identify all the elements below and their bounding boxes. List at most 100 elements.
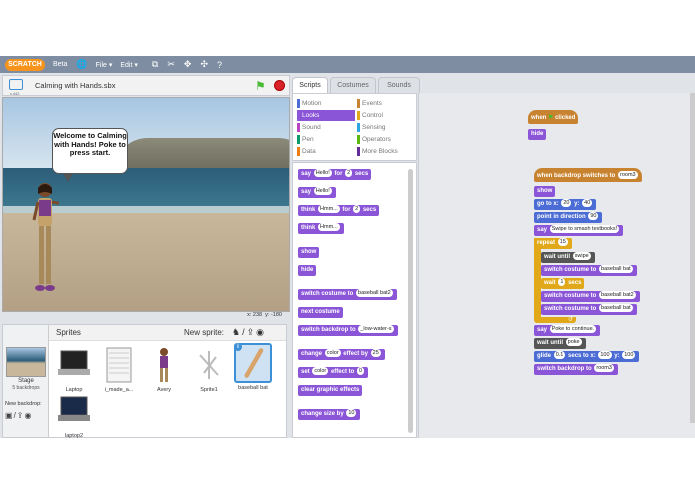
think-for-block[interactable]: think Hmm... for 2 secs: [298, 205, 380, 216]
scratch-editor: SCRATCH Beta 🌐 File ▾ Edit ▾ ⧉ ✂ ✥ ✣ ? v…: [0, 56, 695, 438]
hide-block[interactable]: hide: [528, 129, 547, 140]
wait-until-block[interactable]: wait until poke: [534, 338, 586, 349]
sprite1-thumbnail: [199, 351, 219, 379]
upload-sprite-icon[interactable]: ⇪: [247, 327, 257, 337]
category-sound[interactable]: Sound: [297, 122, 355, 133]
green-flag-icon: ⚑: [548, 115, 554, 121]
sprite-thumb[interactable]: Laptop: [55, 345, 93, 395]
stage-header: v.442 Calming with Hands.sbx ⚑: [2, 75, 290, 96]
hide-block[interactable]: hide: [298, 265, 317, 276]
switch-costume-block[interactable]: switch costume to baseball bat: [541, 265, 637, 276]
laptop2-thumbnail: [58, 396, 90, 421]
palette-scrollbar[interactable]: [408, 169, 413, 433]
wait-until-block[interactable]: wait until swipe: [541, 252, 595, 263]
repeat-arm: [534, 238, 541, 318]
switch-costume-block[interactable]: switch costume to baseball bat2: [541, 291, 640, 302]
set-effect-block[interactable]: set color effect to 0: [298, 367, 369, 378]
show-block[interactable]: show: [298, 247, 320, 258]
category-motion[interactable]: Motion: [297, 98, 355, 109]
scratch-logo[interactable]: SCRATCH: [5, 58, 45, 71]
sprite-name: laptop2: [64, 433, 84, 438]
say-block[interactable]: say Poke to continue.: [534, 325, 601, 336]
category-data[interactable]: Data: [297, 146, 355, 157]
when-backdrop-switches-block[interactable]: when backdrop switches to room3: [534, 168, 642, 182]
green-flag-icon[interactable]: ⚑: [255, 79, 266, 93]
switch-costume-block[interactable]: switch costume to baseball bat: [541, 304, 637, 315]
project-title[interactable]: Calming with Hands.sbx: [35, 81, 115, 90]
duplicate-icon[interactable]: ⧉: [152, 59, 158, 70]
version-label: v.442: [10, 91, 20, 96]
stage-thumbnail[interactable]: [6, 347, 46, 377]
category-more-blocks[interactable]: More Blocks: [357, 146, 415, 157]
new-backdrop-icons: ▣/⇪◉: [5, 411, 32, 420]
sprites-title: Sprites: [56, 328, 81, 337]
category-operators[interactable]: Operators: [357, 134, 415, 145]
stage-canvas[interactable]: Welcome to Calming with Hands! Poke to p…: [2, 97, 290, 312]
y-coord: y: -180: [265, 312, 282, 318]
sprite-thumb[interactable]: Avery: [145, 345, 183, 395]
sprite-thumb[interactable]: laptop2: [55, 391, 93, 438]
go-to-xy-block[interactable]: go to x: 20 y: 40: [534, 199, 597, 210]
sprite-library: Stage 5 backdrops New backdrop: ▣/⇪◉ Spr…: [2, 324, 287, 438]
category-sensing[interactable]: Sensing: [357, 122, 415, 133]
avery-sprite[interactable]: [31, 180, 59, 300]
new-sprite-label: New sprite:: [184, 328, 225, 337]
grow-icon[interactable]: ✥: [184, 59, 192, 70]
image-library-icon[interactable]: ▣: [5, 411, 14, 420]
sprite-thumb[interactable]: i_made_a...: [100, 345, 138, 395]
tab-scripts[interactable]: Scripts: [292, 77, 328, 93]
switch-backdrop-block[interactable]: switch backdrop to _low-water-s: [298, 325, 398, 336]
notebook-thumbnail: [106, 347, 132, 383]
help-icon[interactable]: ?: [217, 60, 222, 70]
menu-bar: SCRATCH Beta 🌐 File ▾ Edit ▾ ⧉ ✂ ✥ ✣ ?: [0, 56, 695, 73]
upload-icon[interactable]: ⇪: [17, 411, 25, 420]
stop-icon[interactable]: [274, 80, 285, 91]
x-coord: x: 238: [247, 312, 263, 318]
when-flag-clicked-block[interactable]: when ⚑ clicked: [528, 110, 579, 124]
say-for-block[interactable]: say Hello! for 2 secs: [298, 169, 372, 180]
laptop-thumbnail: [58, 350, 90, 375]
camera-icon[interactable]: ◉: [25, 411, 33, 420]
say-block[interactable]: say Swipe to smash textbooks!: [534, 225, 624, 236]
category-pen[interactable]: Pen: [297, 134, 355, 145]
next-costume-block[interactable]: next costume: [298, 307, 343, 318]
switch-backdrop-block[interactable]: switch backdrop to room3: [534, 364, 618, 375]
shrink-icon[interactable]: ✣: [200, 59, 208, 70]
think-block[interactable]: think Hmm...: [298, 223, 344, 234]
sprite-name: baseball bat: [238, 385, 268, 391]
stage-column: Stage 5 backdrops New backdrop: ▣/⇪◉: [3, 325, 49, 437]
say-block[interactable]: say Hello!: [298, 187, 336, 198]
switch-costume-block[interactable]: switch costume to baseball bat2: [298, 289, 397, 300]
sprite-library-icon[interactable]: ♞: [232, 327, 242, 337]
wait-secs-block[interactable]: wait 1 secs: [541, 278, 585, 289]
edit-menu[interactable]: Edit ▾: [120, 61, 138, 69]
file-menu[interactable]: File ▾: [96, 61, 113, 69]
block-palette: say Hello! for 2 secs say Hello! think H…: [292, 162, 417, 438]
cut-icon[interactable]: ✂: [167, 59, 175, 70]
sprite-name: Sprite1: [200, 387, 218, 393]
tab-costumes[interactable]: Costumes: [330, 77, 376, 93]
sprite-thumb[interactable]: Sprite1: [190, 345, 228, 395]
point-direction-block[interactable]: point in direction 90: [534, 212, 603, 223]
script-area[interactable]: when ⚑ clicked hide when backdrop switch…: [418, 93, 695, 438]
category-control[interactable]: Control: [357, 110, 415, 121]
clear-effects-block[interactable]: clear graphic effects: [298, 385, 363, 396]
editor-tabs: Scripts Costumes Sounds: [292, 77, 422, 93]
change-size-block[interactable]: change size by 10: [298, 409, 361, 420]
tab-sounds[interactable]: Sounds: [378, 77, 420, 93]
info-icon[interactable]: i: [234, 343, 242, 351]
sprite-name: i_made_a...: [104, 387, 134, 393]
stage-size-icon[interactable]: [9, 79, 23, 90]
script-scrollbar[interactable]: [690, 93, 695, 423]
change-effect-block[interactable]: change color effect by 25: [298, 349, 385, 360]
category-events[interactable]: Events: [357, 98, 415, 109]
category-looks[interactable]: Looks: [297, 110, 355, 121]
glide-block[interactable]: glide 0.1 secs to x: 100 y: 100: [534, 351, 640, 362]
show-block[interactable]: show: [534, 186, 556, 197]
repeat-block[interactable]: repeat 15: [534, 238, 572, 249]
sprites-header: Sprites New sprite: ♞/⇪◉: [49, 325, 286, 341]
globe-icon[interactable]: 🌐: [76, 59, 87, 70]
new-backdrop-label: New backdrop:: [5, 401, 42, 407]
sprite-thumb-selected[interactable]: i baseball bat: [234, 343, 272, 393]
camera-sprite-icon[interactable]: ◉: [256, 327, 266, 337]
